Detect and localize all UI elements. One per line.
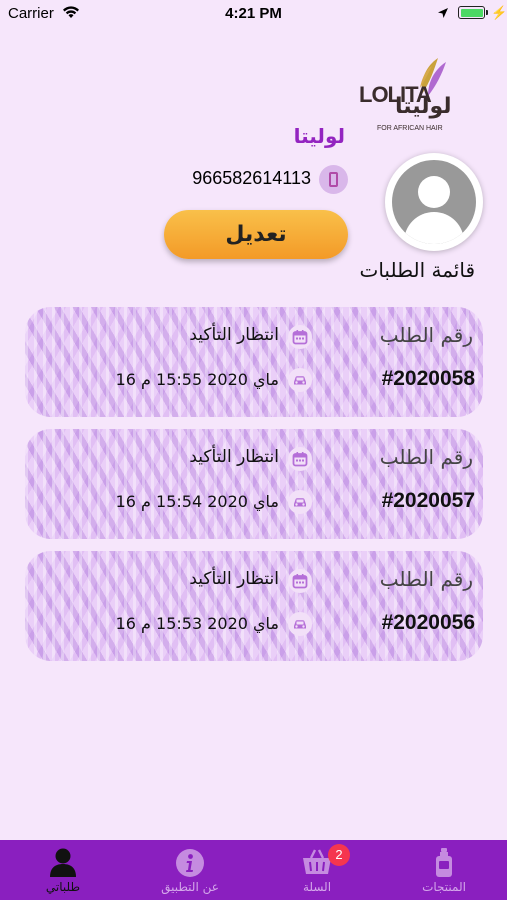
order-date: 16 ماي 2020 15:53 م (115, 614, 279, 633)
order-number-label: رقم الطلب (379, 323, 473, 347)
tab-about[interactable]: عن التطبيق (127, 840, 253, 900)
car-icon (288, 490, 312, 514)
tab-about-label: عن التطبيق (161, 880, 219, 894)
clock: 4:21 PM (225, 5, 282, 22)
cart-badge: 2 (328, 844, 350, 866)
order-date: 16 ماي 2020 15:54 م (115, 492, 279, 511)
order-status: انتظار التأكيد (189, 325, 279, 345)
calendar-icon (288, 569, 312, 593)
order-number-label: رقم الطلب (379, 445, 473, 469)
order-status: انتظار التأكيد (189, 447, 279, 467)
tab-my-orders-label: طلباتي (45, 880, 81, 894)
logo-tagline: FOR AFRICAN HAIR (377, 125, 443, 132)
order-card[interactable]: رقم الطلب #2020058 انتظار التأكيد 16 ماي… (25, 307, 483, 417)
order-number: #2020056 (381, 611, 475, 634)
brand-logo: LOLITA لوليتا FOR AFRICAN HAIR (355, 52, 455, 134)
edit-profile-button[interactable]: تعديل (164, 210, 348, 259)
info-icon (176, 849, 204, 877)
charging-icon: ⚡ (491, 5, 507, 20)
car-icon (288, 368, 312, 392)
order-date: 16 ماي 2020 15:55 م (115, 370, 279, 389)
bottom-tab-bar: المنتجات 2 السلة عن التطبيق طلباتي (0, 840, 507, 900)
battery-icon (458, 6, 485, 19)
order-status: انتظار التأكيد (189, 569, 279, 589)
tab-cart[interactable]: 2 السلة (254, 840, 380, 900)
order-card[interactable]: رقم الطلب #2020056 انتظار التأكيد 16 ماي… (25, 551, 483, 661)
product-bottle-icon (436, 848, 452, 877)
profile-name: لوليتا (293, 124, 345, 148)
avatar-placeholder-icon (392, 160, 476, 244)
calendar-icon (288, 447, 312, 471)
order-number: #2020057 (381, 489, 475, 512)
location-arrow-icon (438, 8, 448, 18)
tab-my-orders[interactable]: طلباتي (0, 840, 126, 900)
order-number: #2020058 (381, 367, 475, 390)
phone-icon (319, 165, 348, 194)
tab-products[interactable]: المنتجات (381, 840, 507, 900)
orders-title: قائمة الطلبات (359, 258, 476, 282)
order-number-label: رقم الطلب (379, 567, 473, 591)
order-card[interactable]: رقم الطلب #2020057 انتظار التأكيد 16 ماي… (25, 429, 483, 539)
tab-cart-label: السلة (302, 880, 332, 894)
user-icon (50, 848, 76, 877)
avatar[interactable] (385, 153, 483, 251)
car-icon (288, 612, 312, 636)
calendar-icon (288, 325, 312, 349)
logo-arabic: لوليتا (395, 94, 452, 119)
profile-phone: 966582614113 (192, 168, 311, 188)
tab-products-label: المنتجات (422, 880, 466, 894)
status-bar: Carrier 4:21 PM ⚡ (0, 0, 507, 28)
battery-tip (486, 10, 488, 15)
